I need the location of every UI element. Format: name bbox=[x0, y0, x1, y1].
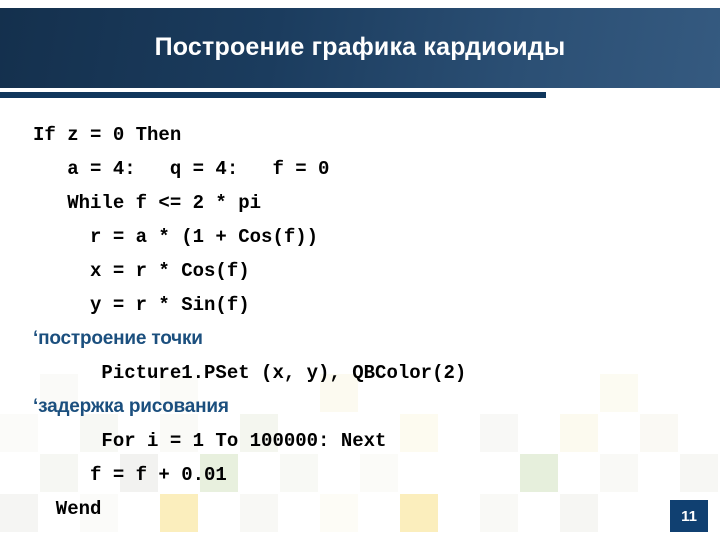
code-line: Picture1.PSet (x, y), QBColor(2) bbox=[33, 362, 467, 384]
code-line: a = 4: q = 4: f = 0 bbox=[33, 158, 330, 180]
code-line: If z = 0 Then bbox=[33, 124, 182, 146]
slide-title-band: Построение графика кардиоиды bbox=[0, 8, 720, 88]
page-title: Построение графика кардиоиды bbox=[154, 32, 566, 61]
code-comment-line: ‘задержка рисования bbox=[33, 396, 229, 417]
code-line: x = r * Cos(f) bbox=[33, 260, 250, 282]
code-listing: If z = 0 Then a = 4: q = 4: f = 0 While … bbox=[0, 118, 720, 526]
code-line: While f <= 2 * pi bbox=[33, 192, 262, 214]
slide-number-badge: 11 bbox=[670, 500, 708, 532]
title-underline-bar bbox=[0, 92, 546, 98]
code-line: r = a * (1 + Cos(f)) bbox=[33, 226, 319, 248]
code-line: For i = 1 To 100000: Next bbox=[33, 430, 387, 452]
slide-canvas: Построение графика кардиоиды If z = 0 Th… bbox=[0, 0, 720, 540]
code-line: Wend bbox=[33, 498, 102, 520]
code-comment-line: ‘построение точки bbox=[33, 328, 203, 349]
code-line: f = f + 0.01 bbox=[33, 464, 227, 486]
code-line: y = r * Sin(f) bbox=[33, 294, 250, 316]
